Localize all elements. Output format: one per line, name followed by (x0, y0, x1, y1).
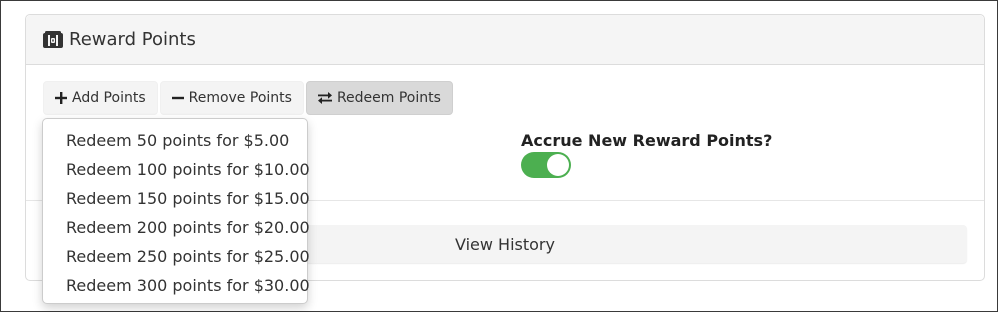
minus-icon (171, 92, 184, 104)
redeem-points-button[interactable]: Redeem Points (305, 81, 453, 115)
add-points-button[interactable]: Add Points (43, 81, 158, 115)
plus-icon (55, 92, 67, 104)
redeem-option[interactable]: Redeem 300 points for $30.00 (43, 271, 310, 300)
redeem-option[interactable]: Redeem 250 points for $25.00 (43, 242, 310, 271)
remove-points-button[interactable]: Remove Points (159, 81, 304, 115)
add-points-label: Add Points (72, 90, 146, 106)
redeem-option[interactable]: Redeem 200 points for $20.00 (43, 213, 310, 242)
treasure-chest-icon (42, 30, 64, 50)
redeem-option[interactable]: Redeem 100 points for $10.00 (43, 155, 310, 184)
accrue-label: Accrue New Reward Points? (521, 131, 773, 150)
redeem-option[interactable]: Redeem 150 points for $15.00 (43, 184, 310, 213)
toggle-knob (547, 154, 569, 176)
redeem-dropdown-menu: Redeem 50 points for $5.00 Redeem 100 po… (42, 118, 310, 304)
redeem-option[interactable]: Redeem 50 points for $5.00 (43, 126, 307, 155)
exchange-icon (317, 92, 332, 104)
points-toolbar: Add Points Remove Points Redeem Points (43, 81, 453, 115)
remove-points-label: Remove Points (188, 90, 292, 106)
panel-title: Reward Points (69, 29, 196, 50)
window-frame: Reward Points Add Points Remove Points R… (0, 0, 998, 312)
redeem-points-label: Redeem Points (336, 90, 441, 106)
accrue-toggle[interactable] (521, 152, 571, 178)
panel-heading: Reward Points (26, 15, 984, 65)
